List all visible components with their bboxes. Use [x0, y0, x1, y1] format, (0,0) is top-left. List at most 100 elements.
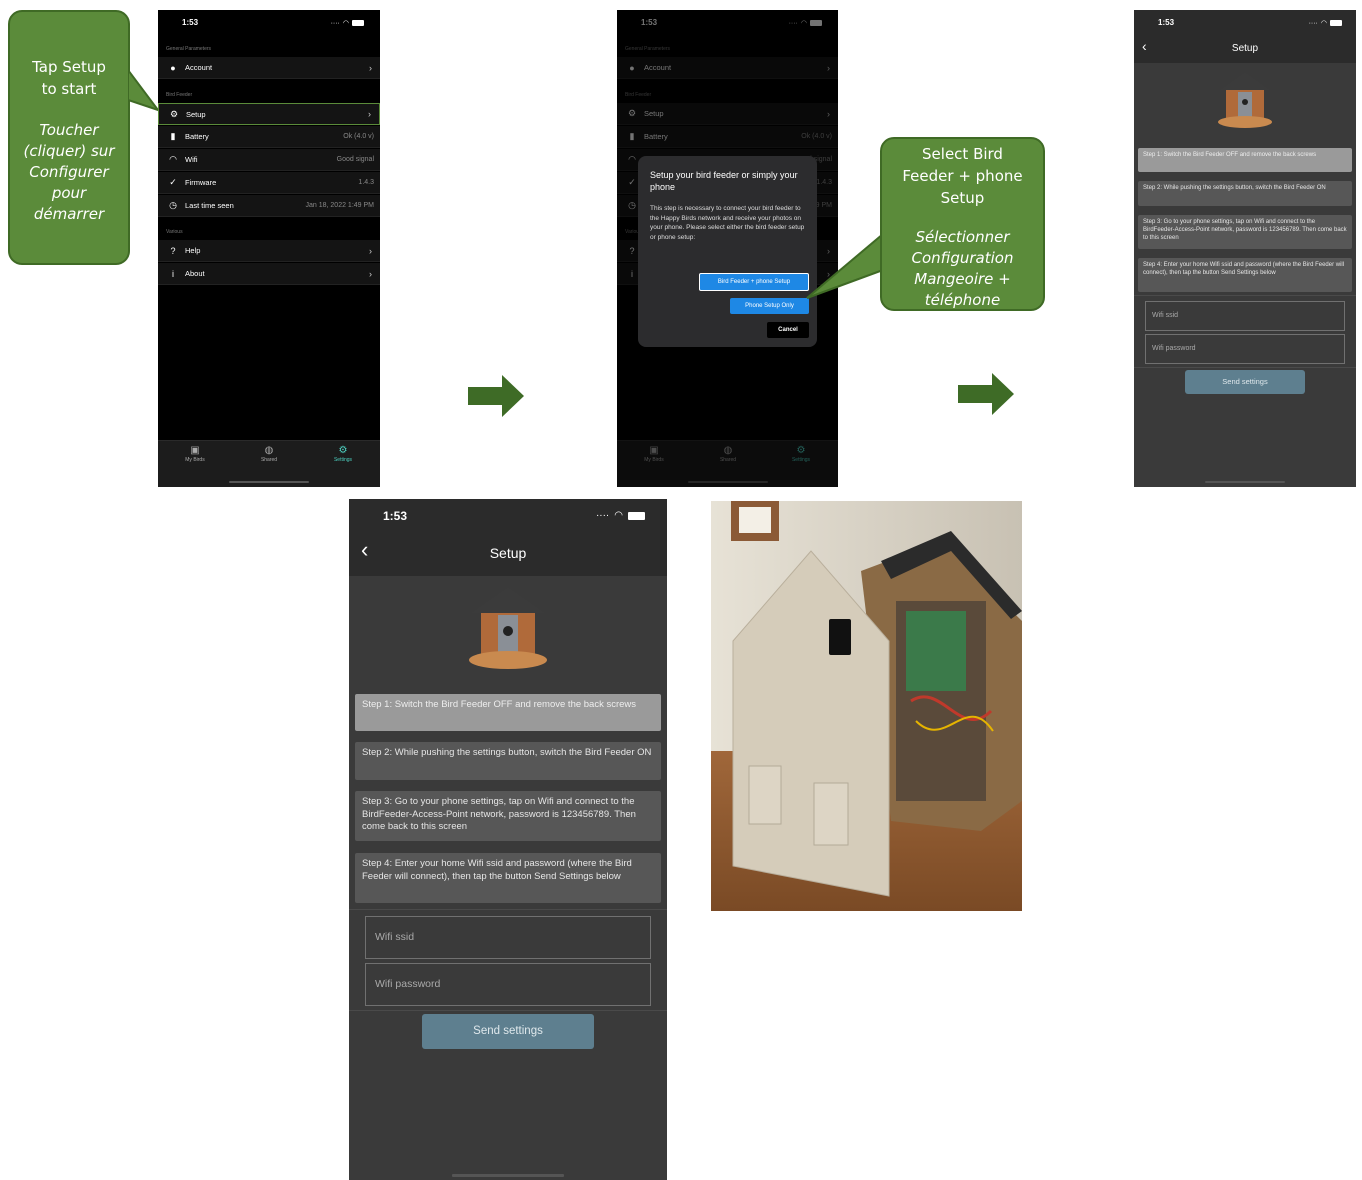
row-label: Last time seen	[185, 201, 234, 210]
bird-feeder-image	[469, 587, 547, 669]
dialog-title: Setup your bird feeder or simply your ph…	[650, 170, 798, 192]
status-time: 1:53	[383, 509, 408, 523]
callout-fr-line: Toucher	[39, 121, 99, 139]
callout-fr-line: Configurer	[29, 163, 109, 181]
battery-icon: ▮	[170, 131, 176, 141]
wifi-icon: ◠	[169, 154, 177, 164]
row-value: Jan 18, 2022 1:49 PM	[305, 202, 375, 209]
tab-label: My Birds	[185, 457, 205, 463]
callout-en-line: Select Bird	[922, 145, 1003, 163]
chevron-right-icon: ›	[369, 62, 372, 73]
row-label: About	[185, 269, 205, 278]
wifi-icon: ◠	[342, 20, 349, 27]
step-1: Step 1: Switch the Bird Feeder OFF and r…	[355, 694, 661, 731]
callout-fr-line: Sélectionner	[915, 228, 1010, 246]
callout-fr-line: démarrer	[33, 205, 105, 223]
page-title: Setup	[1231, 43, 1259, 54]
section-general: General Parameters	[166, 46, 212, 52]
home-indicator	[229, 481, 309, 483]
bird-feeder-phone-setup-button[interactable]: Bird Feeder + phone Setup	[699, 273, 809, 291]
callout-fr-line: Mangeoire +	[914, 270, 1011, 288]
tab-label: Settings	[333, 457, 353, 463]
tab-shared[interactable]: ◍Shared	[244, 445, 294, 463]
step-3: Step 3: Go to your phone settings, tap o…	[355, 791, 661, 841]
tab-label: Shared	[260, 457, 278, 463]
row-label: Setup	[186, 109, 206, 119]
wifi-icon: ◠	[1320, 20, 1327, 27]
dialog-body: This step is necessary to connect your b…	[650, 205, 805, 241]
divider	[1134, 295, 1356, 296]
callout-tap-setup: Tap Setup to start Toucher (cliquer) sur…	[8, 10, 130, 265]
step-2: Step 2: While pushing the settings butto…	[355, 742, 661, 780]
step-4: Step 4: Enter your home Wifi ssid and pa…	[355, 853, 661, 903]
home-indicator	[452, 1174, 564, 1177]
callout-en-line: Setup	[940, 189, 985, 207]
chevron-right-icon: ›	[369, 245, 372, 256]
tab-bar: ▣My Birds ◍Shared ⚙Settings	[158, 440, 380, 487]
tab-my-birds[interactable]: ▣My Birds	[170, 445, 220, 463]
callout-select-bird-feeder: Select Bird Feeder + phone Setup Sélecti…	[880, 137, 1045, 311]
page-title: Setup	[489, 545, 527, 561]
phone-setup-only-button[interactable]: Phone Setup Only	[730, 298, 809, 314]
settings-screen: 1:53 ···· ◠ General Parameters ● Account › …	[158, 10, 380, 487]
send-settings-button[interactable]: Send settings	[422, 1014, 594, 1049]
gear-icon: ⚙	[169, 108, 179, 119]
callout-en-line: to start	[41, 80, 97, 98]
setup-screen-large: 1:53 ···· ◠ ‹ Setup Step 1: Switch the Bi…	[349, 499, 667, 1180]
divider	[1134, 367, 1356, 368]
settings-row-about[interactable]: i About ›	[158, 263, 380, 285]
settings-row-last-seen: ◷ Last time seen Jan 18, 2022 1:49 PM	[158, 195, 380, 217]
send-settings-button[interactable]: Send settings	[1185, 370, 1305, 394]
section-bird-feeder: Bird Feeder	[166, 92, 193, 98]
cancel-button[interactable]: Cancel	[767, 322, 809, 338]
chevron-right-icon: ›	[368, 109, 371, 119]
battery-icon	[1330, 20, 1342, 26]
battery-icon	[628, 511, 645, 520]
step-1: Step 1: Switch the Bird Feeder OFF and r…	[1138, 148, 1352, 172]
status-time: 1:53	[1158, 18, 1175, 27]
bird-feeder-image	[1218, 72, 1272, 128]
status-bar: 1:53 ····◠	[158, 10, 380, 36]
step-3: Step 3: Go to your phone settings, tap o…	[1138, 215, 1352, 249]
gear-icon: ⚙	[338, 445, 348, 456]
divider	[349, 1010, 667, 1011]
row-label: Help	[185, 246, 201, 255]
wifi-password-input[interactable]: Wifi password	[1145, 334, 1345, 364]
step-4: Step 4: Enter your home Wifi ssid and pa…	[1138, 258, 1352, 292]
settings-row-setup[interactable]: ⚙ Setup ›	[158, 103, 380, 125]
help-icon: ?	[170, 245, 176, 256]
settings-row-firmware: ✓ Firmware 1.4.3	[158, 172, 380, 194]
callout-fr-line: pour	[51, 184, 87, 202]
row-value: Good signal	[336, 156, 374, 163]
wifi-ssid-input[interactable]: Wifi ssid	[1145, 301, 1345, 331]
divider	[349, 909, 667, 910]
setup-choice-dialog: Setup your bird feeder or simply your ph…	[638, 156, 817, 347]
nav-header: 1:53 ···· ◠ ‹ Setup	[1134, 10, 1356, 63]
globe-icon: ◍	[264, 445, 274, 456]
bird-feeder-prototype-photo	[711, 501, 1022, 911]
status-time: 1:53	[182, 18, 199, 27]
row-value: Ok (4.0 v)	[343, 133, 374, 140]
callout-en-line: Feeder + phone	[902, 167, 1023, 185]
wifi-ssid-input[interactable]: Wifi ssid	[365, 916, 651, 959]
home-indicator	[1205, 481, 1285, 483]
row-label: Wifi	[185, 155, 198, 164]
info-icon: i	[172, 268, 174, 279]
user-icon: ●	[170, 62, 176, 73]
photos-icon: ▣	[190, 445, 200, 456]
nav-header: 1:53 ···· ◠ ‹ Setup	[349, 499, 667, 576]
settings-row-account[interactable]: ● Account ›	[158, 57, 380, 79]
tab-settings[interactable]: ⚙Settings	[318, 445, 368, 463]
row-label: Account	[185, 63, 213, 72]
signal-icon: ····	[595, 510, 610, 521]
clock-icon: ◷	[169, 200, 177, 210]
battery-icon	[352, 20, 364, 26]
wifi-password-input[interactable]: Wifi password	[365, 963, 651, 1006]
wifi-icon: ◠	[614, 510, 623, 521]
row-value: 1.4.3	[358, 179, 374, 186]
section-various: Various	[166, 229, 183, 235]
settings-row-help[interactable]: ? Help ›	[158, 240, 380, 262]
callout-pointer	[806, 232, 884, 299]
callout-en-line: Tap Setup	[32, 58, 106, 76]
signal-icon: ····	[330, 19, 340, 27]
